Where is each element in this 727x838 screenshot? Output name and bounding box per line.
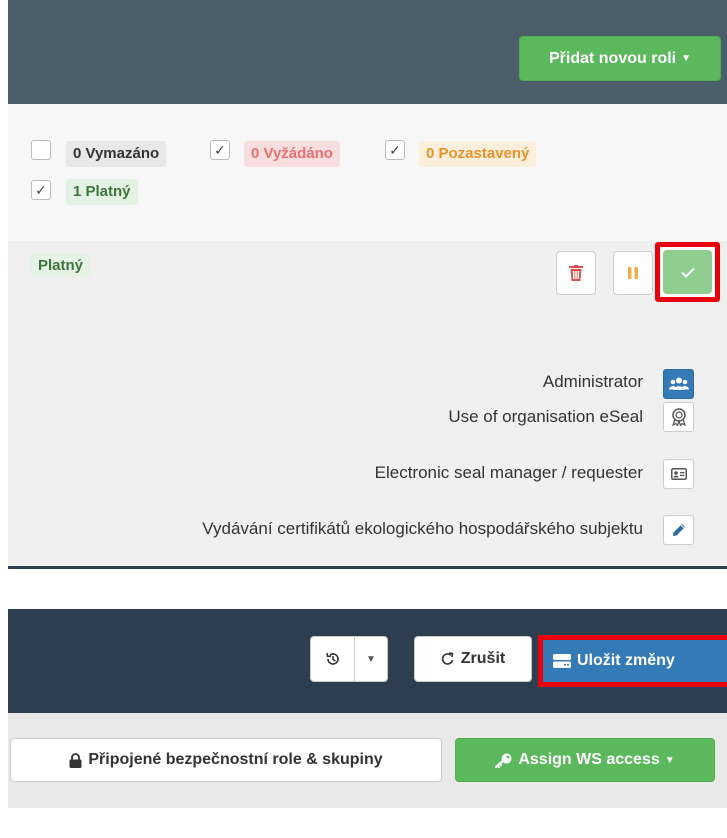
- role-label-eco-certificates: Vydávání certifikátů ekologického hospod…: [202, 519, 643, 538]
- filter-label-deleted: 0 Vymazáno: [66, 141, 167, 167]
- status-filter-bar: [8, 104, 727, 241]
- cancel-label: Zrušit: [460, 650, 506, 667]
- assign-ws-access-button[interactable]: Assign WS access ▼: [455, 738, 715, 782]
- redo-icon: [441, 652, 455, 666]
- history-dropdown-button[interactable]: ▼: [355, 636, 388, 682]
- caret-down-icon: ▼: [681, 53, 692, 64]
- delete-button[interactable]: [556, 251, 596, 295]
- filter-label-requested: 0 Vyžádáno: [244, 141, 340, 167]
- id-card-icon[interactable]: [663, 459, 694, 489]
- award-icon[interactable]: [663, 402, 694, 432]
- security-roles-label: Připojené bezpečnostní role & skupiny: [88, 751, 383, 768]
- validate-button[interactable]: [663, 250, 712, 294]
- filter-label-suspended: 0 Pozastavený: [419, 141, 537, 167]
- suspend-button[interactable]: [613, 251, 653, 295]
- add-role-label: Přidat novou roli: [548, 49, 677, 67]
- history-button[interactable]: [310, 636, 355, 682]
- trash-icon: [569, 265, 583, 281]
- panel-divider: [8, 566, 727, 569]
- role-label-administrator: Administrator: [542, 372, 643, 391]
- filter-checkbox-deleted[interactable]: [31, 140, 51, 160]
- save-label: Uložit změny: [577, 652, 675, 669]
- caret-down-icon: ▼: [366, 653, 376, 665]
- lock-icon: [69, 752, 82, 768]
- filter-checkbox-suspended[interactable]: ✓: [385, 140, 405, 160]
- history-icon: [325, 652, 339, 665]
- role-label-eseal: Use of organisation eSeal: [448, 407, 643, 426]
- key-icon: [495, 753, 512, 768]
- add-role-button[interactable]: Přidat novou roli ▼: [519, 36, 721, 81]
- pencil-icon[interactable]: [663, 515, 694, 545]
- pause-icon: [628, 267, 638, 279]
- check-icon: [680, 267, 695, 278]
- role-label-seal-manager: Electronic seal manager / requester: [374, 463, 643, 482]
- users-icon[interactable]: [663, 369, 694, 399]
- cancel-button[interactable]: Zrušit: [414, 636, 532, 682]
- caret-down-icon: ▼: [664, 754, 675, 766]
- security-roles-button[interactable]: Připojené bezpečnostní role & skupiny: [10, 738, 442, 782]
- hard-drive-icon: [553, 654, 571, 668]
- filter-label-valid: 1 Platný: [66, 179, 138, 205]
- save-button[interactable]: Uložit změny: [543, 640, 727, 682]
- filter-checkbox-requested[interactable]: ✓: [210, 140, 230, 160]
- filter-checkbox-valid[interactable]: ✓: [31, 180, 51, 200]
- ws-access-label: Assign WS access: [518, 751, 660, 768]
- status-badge: Platný: [30, 254, 92, 277]
